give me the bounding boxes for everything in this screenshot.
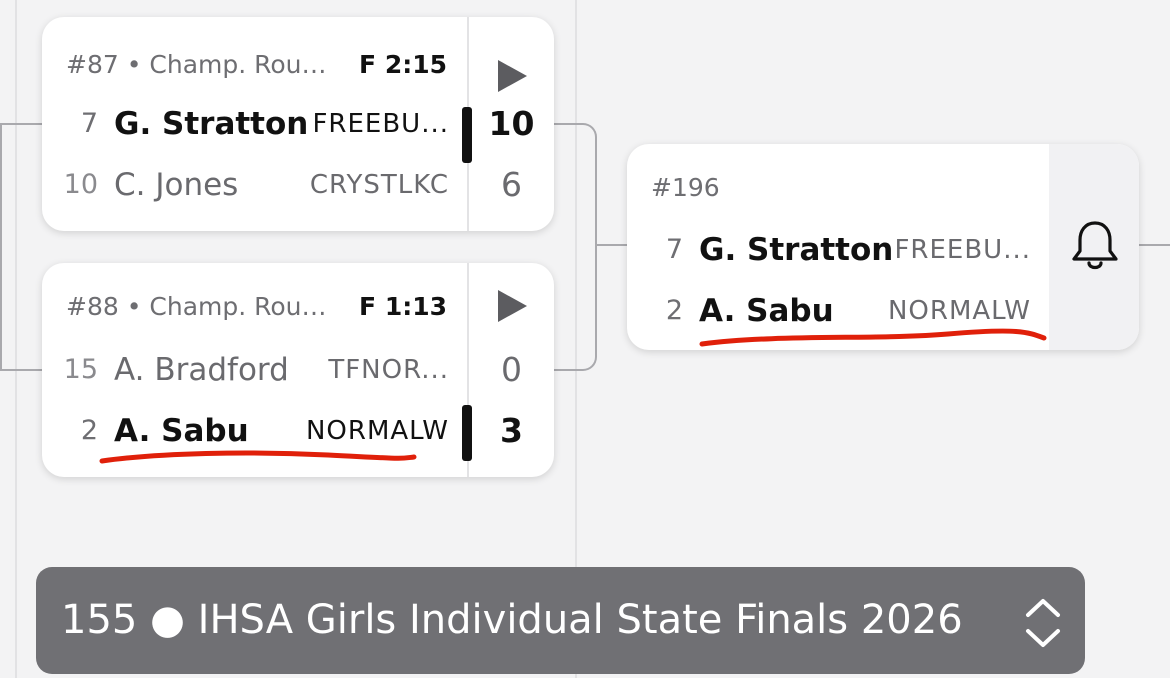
match-header: #88 • Champ. Round 1 F 1:13 xyxy=(66,289,447,325)
wrestler-seed: 7 xyxy=(80,108,98,139)
chevron-up-down-icon[interactable] xyxy=(1021,593,1065,653)
match-number: #196 xyxy=(651,173,720,202)
wrestler-name: A. Bradford xyxy=(114,352,289,388)
wrestler-seed: 2 xyxy=(665,295,683,326)
wrestler-row[interactable]: 7 G. Stratton FREEBU... xyxy=(627,227,1031,273)
match-number: #87 • Champ. Roun... xyxy=(66,50,341,79)
tournament-title: 155 ● IHSA Girls Individual State Finals… xyxy=(61,597,963,643)
match-info: #196 7 G. Stratton FREEBU... 2 A. Sabu N… xyxy=(627,144,1049,350)
bracket-connector-right xyxy=(553,123,597,371)
play-icon[interactable] xyxy=(498,290,527,322)
red-underline-annotation xyxy=(699,328,1047,347)
wrestler-name: G. Stratton xyxy=(699,232,894,268)
wrestler-team: TFNOR... xyxy=(328,355,449,385)
play-icon[interactable] xyxy=(498,60,527,92)
match-info: #87 • Champ. Roun... F 2:15 7 G. Stratto… xyxy=(42,17,467,231)
match-card-87[interactable]: #87 • Champ. Roun... F 2:15 7 G. Stratto… xyxy=(42,17,554,231)
match-result-time: F 1:13 xyxy=(359,292,447,321)
wrestler-name: G. Stratton xyxy=(114,106,309,142)
red-underline-annotation xyxy=(99,450,417,464)
wrestler-seed: 10 xyxy=(63,169,98,200)
bell-icon[interactable] xyxy=(1071,218,1119,274)
wrestler-team: FREEBU... xyxy=(312,109,449,139)
match-info: #88 • Champ. Round 1 F 1:13 15 A. Bradfo… xyxy=(42,263,467,477)
wrestler-score: 6 xyxy=(501,165,522,204)
bracket-connector-to-next xyxy=(595,244,629,246)
wrestler-score: 10 xyxy=(488,104,535,143)
wrestler-row[interactable]: 10 C. Jones CRYSTLKC xyxy=(42,162,449,208)
tournament-selector[interactable]: 155 ● IHSA Girls Individual State Finals… xyxy=(36,567,1085,674)
bracket-connector-out xyxy=(1138,244,1170,246)
match-score-column: 0 3 xyxy=(462,263,554,477)
wrestler-row[interactable]: 15 A. Bradford TFNOR... xyxy=(42,347,449,393)
wrestler-name: A. Sabu xyxy=(114,413,249,449)
match-header: #87 • Champ. Roun... F 2:15 xyxy=(66,47,447,83)
match-result-time: F 2:15 xyxy=(359,50,447,79)
wrestler-name: C. Jones xyxy=(114,167,239,203)
wrestler-score: 0 xyxy=(501,350,522,389)
wrestler-row[interactable]: 7 G. Stratton FREEBU... xyxy=(42,101,449,147)
wrestler-team: FREEBU... xyxy=(894,235,1031,265)
notification-column xyxy=(1049,144,1139,350)
match-score-column: 10 6 xyxy=(462,17,554,231)
bracket-connector-left xyxy=(0,123,42,371)
wrestler-team: CRYSTLKC xyxy=(309,170,449,200)
wrestler-row[interactable]: 2 A. Sabu NORMALW xyxy=(42,408,449,454)
match-card-88[interactable]: #88 • Champ. Round 1 F 1:13 15 A. Bradfo… xyxy=(42,263,554,477)
wrestler-seed: 2 xyxy=(80,415,98,446)
match-number: #88 • Champ. Round 1 xyxy=(66,292,341,321)
wrestler-seed: 7 xyxy=(665,234,683,265)
wrestler-team: NORMALW xyxy=(305,416,449,446)
wrestler-score: 3 xyxy=(500,411,523,450)
match-header: #196 xyxy=(651,170,1029,206)
match-card-196[interactable]: #196 7 G. Stratton FREEBU... 2 A. Sabu N… xyxy=(627,144,1139,350)
wrestler-seed: 15 xyxy=(63,354,98,385)
